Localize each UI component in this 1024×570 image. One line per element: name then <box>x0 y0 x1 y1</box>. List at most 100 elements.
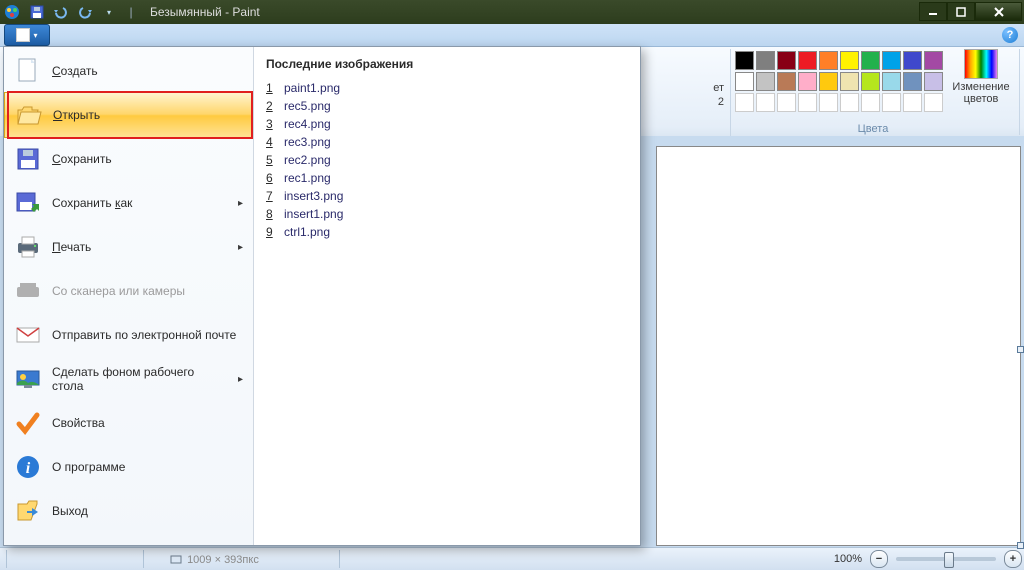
menu-item-label: Выход <box>52 504 88 518</box>
menu-item-label: О программе <box>52 460 125 474</box>
menu-item-label: Свойства <box>52 416 105 430</box>
zoom-slider-thumb[interactable] <box>944 552 954 568</box>
recent-file-item[interactable]: 3rec4.png <box>266 115 628 133</box>
color-swatch[interactable] <box>819 93 838 112</box>
color-swatch[interactable] <box>777 51 796 70</box>
recent-file-name: rec4.png <box>284 117 331 131</box>
menu-item-label: Со сканера или камеры <box>52 284 185 298</box>
color-swatch[interactable] <box>903 93 922 112</box>
file-menu-dropdown: СоздатьОткрытьСохранитьСохранить как▸Печ… <box>3 46 641 546</box>
color-swatch[interactable] <box>756 93 775 112</box>
open-folder-icon <box>15 101 43 129</box>
color-swatch[interactable] <box>756 51 775 70</box>
recent-file-item[interactable]: 9ctrl1.png <box>266 223 628 241</box>
menu-item-info[interactable]: i О программе <box>4 445 253 489</box>
menu-item-floppy-as[interactable]: Сохранить как▸ <box>4 181 253 225</box>
color-swatch[interactable] <box>840 51 859 70</box>
menu-item-desktop[interactable]: Сделать фоном рабочего стола▸ <box>4 357 253 401</box>
color-swatch[interactable] <box>777 93 796 112</box>
color-swatch[interactable] <box>735 93 754 112</box>
ribbon-tab-bar: ▾ ? <box>0 24 1024 47</box>
color-swatch[interactable] <box>924 93 943 112</box>
save-icon[interactable] <box>26 2 48 22</box>
menu-item-label: Сохранить <box>52 152 112 166</box>
menu-item-blank-page[interactable]: Создать <box>4 49 253 93</box>
blank-page-icon <box>14 57 42 85</box>
redo-icon[interactable] <box>74 2 96 22</box>
menu-item-exit[interactable]: Выход <box>4 489 253 533</box>
zoom-in-button[interactable]: + <box>1004 550 1022 568</box>
color-swatch[interactable] <box>924 72 943 91</box>
color-swatch[interactable] <box>777 72 796 91</box>
file-menu-button[interactable]: ▾ <box>4 24 50 46</box>
recent-file-name: rec5.png <box>284 99 331 113</box>
recent-file-item[interactable]: 4rec3.png <box>266 133 628 151</box>
menu-item-mail[interactable]: Отправить по электронной почте <box>4 313 253 357</box>
resize-handle-e[interactable] <box>1017 346 1024 353</box>
printer-icon <box>14 233 42 261</box>
info-icon: i <box>14 453 42 481</box>
exit-icon <box>14 497 42 525</box>
partial-label: 2 <box>718 96 724 108</box>
color-swatch[interactable] <box>924 51 943 70</box>
color-swatch[interactable] <box>798 72 817 91</box>
menu-item-floppy[interactable]: Сохранить <box>4 137 253 181</box>
color-swatch[interactable] <box>756 72 775 91</box>
recent-file-item[interactable]: 2rec5.png <box>266 97 628 115</box>
recent-file-item[interactable]: 8insert1.png <box>266 205 628 223</box>
quick-access-toolbar: ▾ <box>26 2 120 22</box>
zoom-slider[interactable] <box>896 557 996 561</box>
recent-file-item[interactable]: 6rec1.png <box>266 169 628 187</box>
color-swatch[interactable] <box>819 72 838 91</box>
color-swatches <box>735 51 943 112</box>
menu-item-open-folder[interactable]: Открыть <box>4 92 253 138</box>
resize-handle-se[interactable] <box>1017 542 1024 549</box>
recent-header: Последние изображения <box>266 57 628 71</box>
color-swatch[interactable] <box>882 72 901 91</box>
color-swatch[interactable] <box>861 93 880 112</box>
color-swatch[interactable] <box>798 51 817 70</box>
partial-label: ет <box>713 82 724 94</box>
recent-file-item[interactable]: 1paint1.png <box>266 79 628 97</box>
close-button[interactable] <box>975 2 1022 21</box>
recent-file-name: rec3.png <box>284 135 331 149</box>
color-swatch[interactable] <box>840 93 859 112</box>
chevron-down-icon: ▾ <box>33 31 37 40</box>
help-button[interactable]: ? <box>1002 27 1018 43</box>
maximize-button[interactable] <box>947 2 975 21</box>
zoom-label: 100% <box>834 553 862 565</box>
recent-files-panel: Последние изображения 1paint1.png2rec5.p… <box>254 47 640 545</box>
menu-item-check[interactable]: Свойства <box>4 401 253 445</box>
menu-item-label: Сохранить как <box>52 196 132 210</box>
color-swatch[interactable] <box>840 72 859 91</box>
color-swatch[interactable] <box>861 72 880 91</box>
canvas[interactable] <box>656 146 1021 546</box>
window-titlebar: ▾ | Безымянный - Paint <box>0 0 1024 24</box>
color-swatch[interactable] <box>903 51 922 70</box>
minimize-button[interactable] <box>919 2 947 21</box>
color-swatch[interactable] <box>861 51 880 70</box>
zoom-out-button[interactable]: − <box>870 550 888 568</box>
recent-file-name: rec1.png <box>284 171 331 185</box>
menu-item-label: Отправить по электронной почте <box>52 328 236 342</box>
edit-colors-button[interactable]: Изменение цветов <box>951 49 1011 105</box>
floppy-icon <box>14 145 42 173</box>
recent-file-item[interactable]: 5rec2.png <box>266 151 628 169</box>
color-swatch[interactable] <box>735 72 754 91</box>
color-swatch[interactable] <box>735 51 754 70</box>
color-swatch[interactable] <box>798 93 817 112</box>
menu-item-printer[interactable]: Печать▸ <box>4 225 253 269</box>
qat-customize-icon[interactable]: ▾ <box>98 2 120 22</box>
color-swatch[interactable] <box>903 72 922 91</box>
color-swatch[interactable] <box>882 93 901 112</box>
desktop-icon <box>14 365 42 393</box>
recent-file-item[interactable]: 7insert3.png <box>266 187 628 205</box>
color-swatch[interactable] <box>819 51 838 70</box>
color-swatch[interactable] <box>882 51 901 70</box>
undo-icon[interactable] <box>50 2 72 22</box>
menu-item-label: Создать <box>52 64 98 78</box>
floppy-as-icon <box>14 189 42 217</box>
status-bar: 1009 × 393пкс 100% − + <box>0 547 1024 570</box>
dimensions-label: 1009 × 393пкс <box>170 553 259 566</box>
submenu-arrow-icon: ▸ <box>238 242 243 253</box>
